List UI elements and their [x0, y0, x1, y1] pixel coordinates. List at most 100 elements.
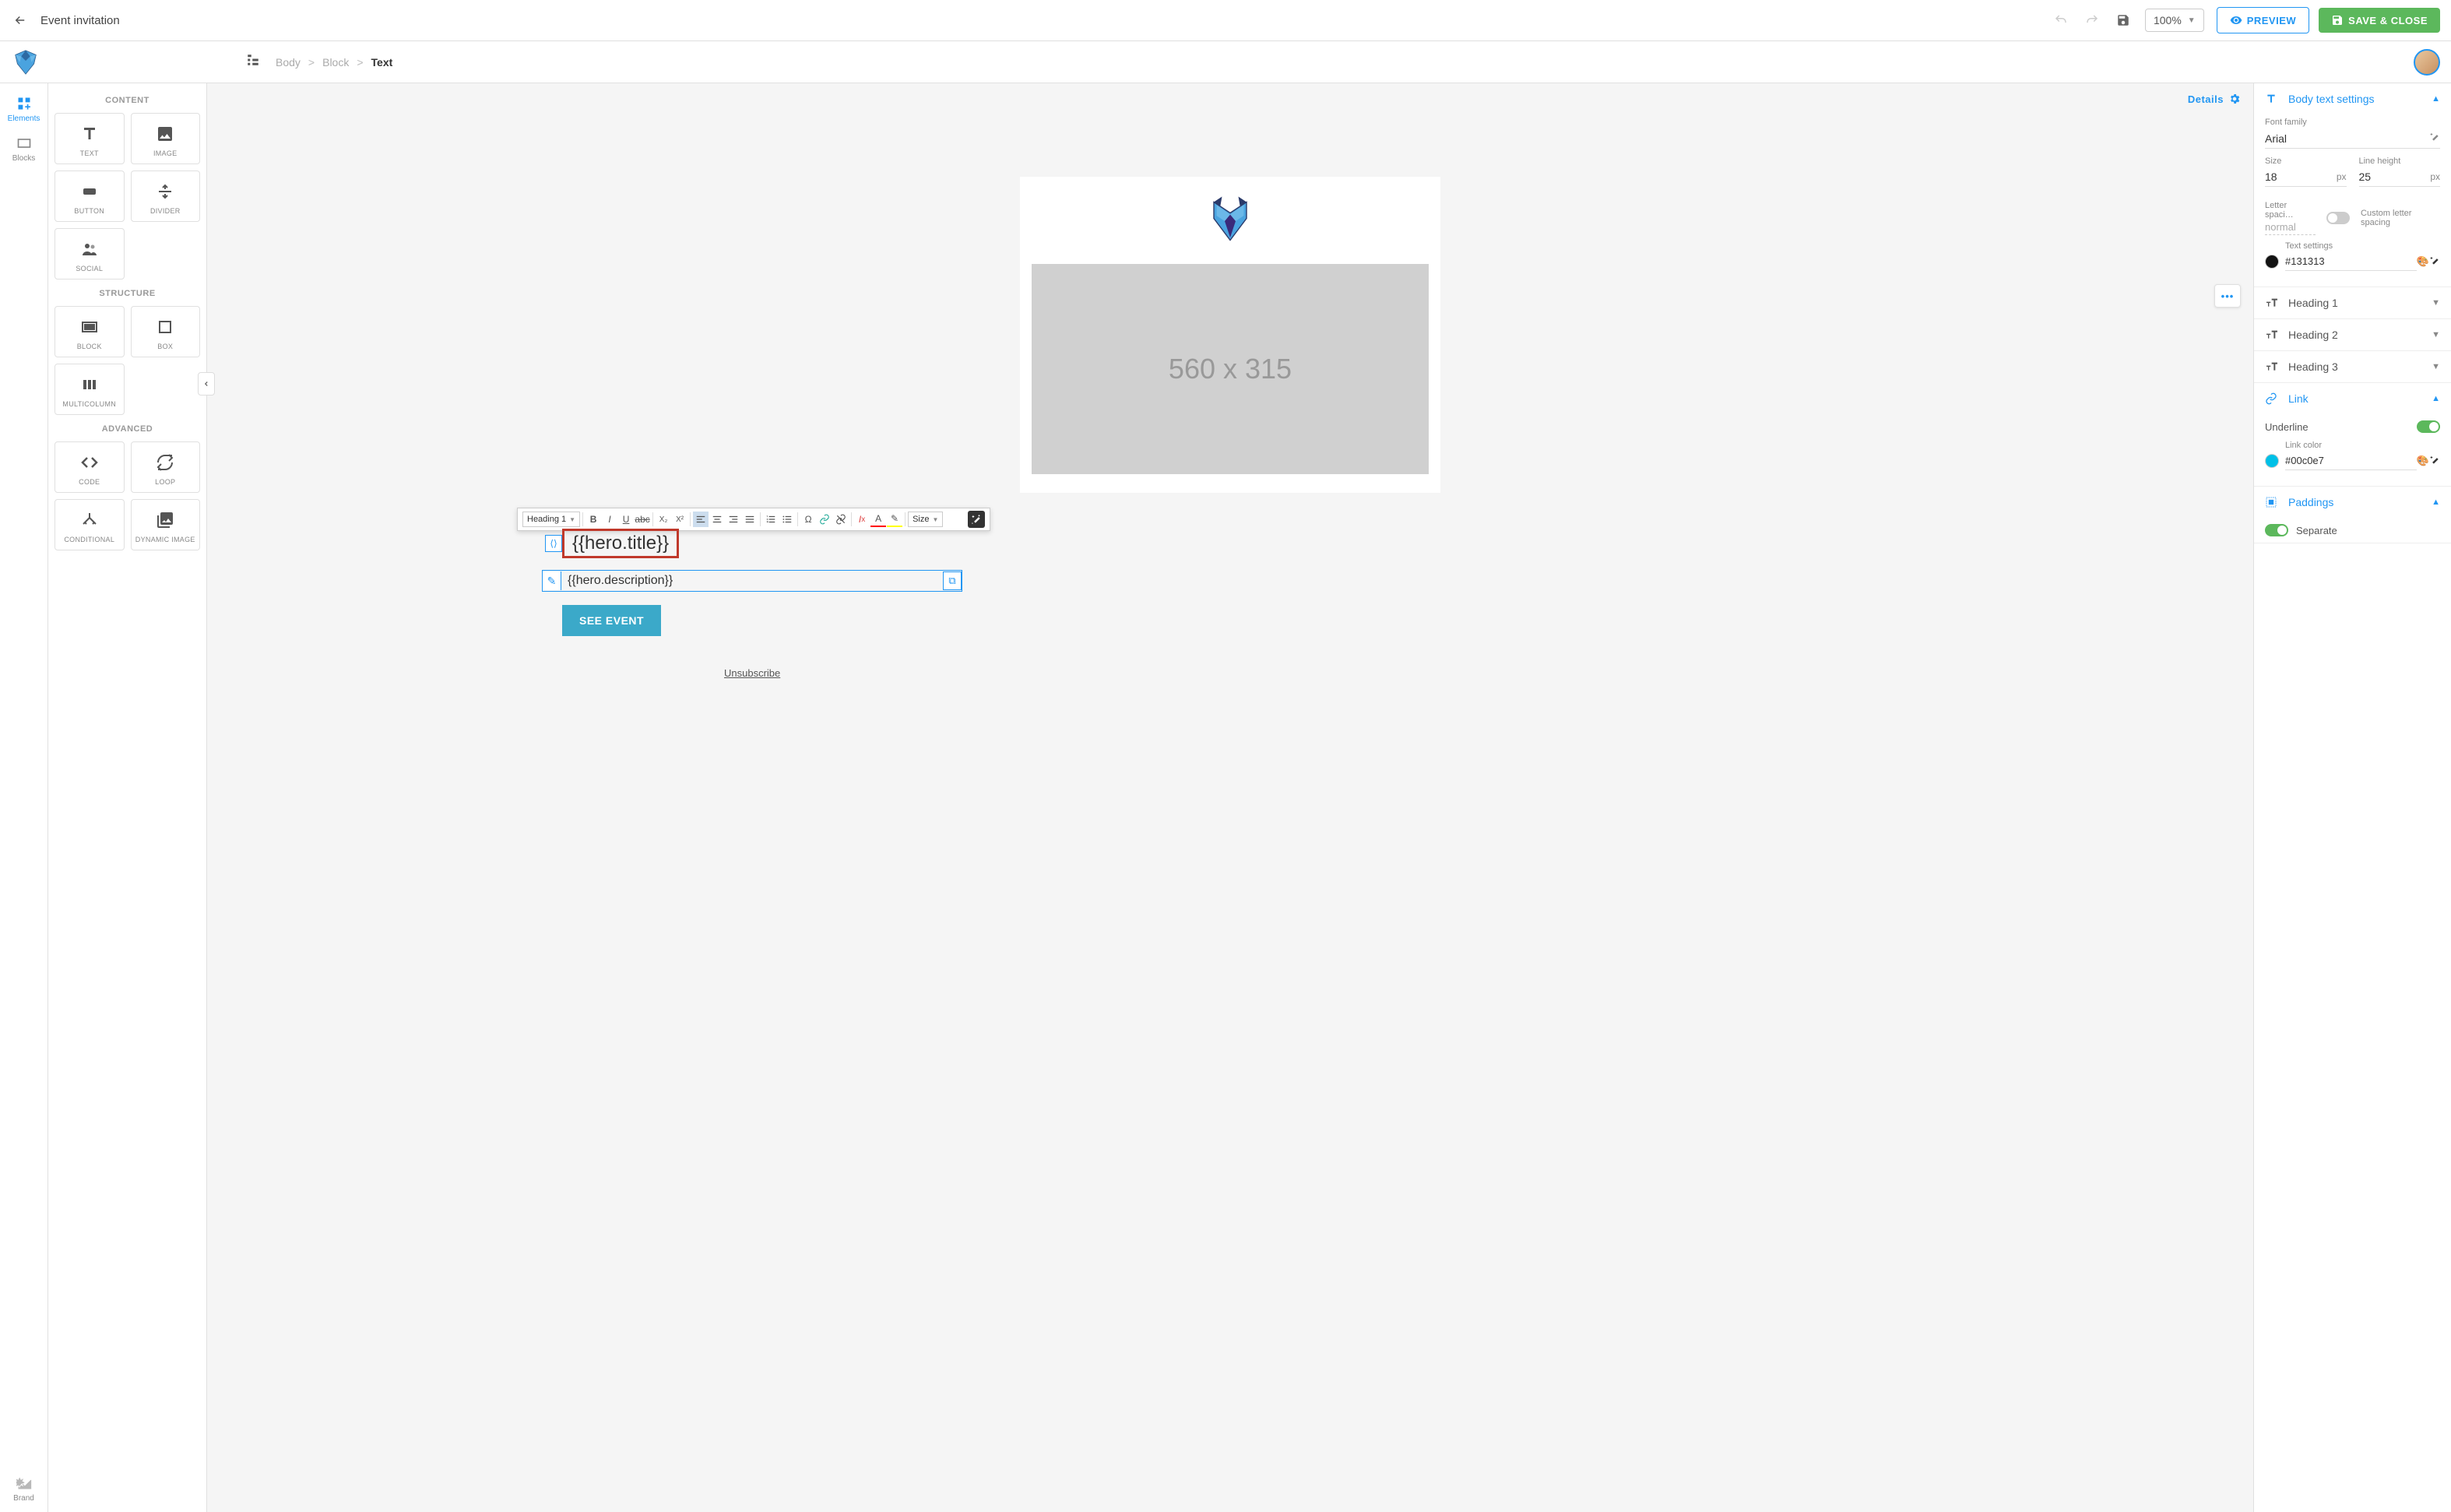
heading-select[interactable]: Heading 1▼ [522, 512, 580, 527]
font-color-button[interactable]: A [870, 512, 886, 527]
more-options-button[interactable]: ••• [2214, 284, 2241, 308]
element-settings-handle[interactable]: ⟨⟩ [545, 535, 562, 552]
element-multicolumn[interactable]: MULTICOLUMN [55, 364, 125, 415]
element-loop[interactable]: LOOP [131, 441, 201, 493]
breadcrumb-item[interactable]: Body [276, 56, 301, 69]
underline-toggle[interactable] [2417, 420, 2440, 433]
text-color-field[interactable]: #131313 🎨 [2265, 252, 2440, 271]
text-size-icon [2265, 297, 2280, 309]
text-toolbar: Heading 1▼ B I U abc X₂ X² Ω [517, 508, 990, 531]
panel-collapse-button[interactable] [198, 372, 215, 396]
color-swatch[interactable] [2265, 454, 2279, 468]
hero-description-row[interactable]: ✎ {{hero.description}} ⧉ [542, 570, 962, 592]
section-header-heading2[interactable]: Heading 2 ▼ [2254, 319, 2451, 350]
align-left-button[interactable] [693, 512, 709, 527]
section-header-link[interactable]: Link ▲ [2254, 383, 2451, 414]
align-right-button[interactable] [726, 512, 741, 527]
section-title-advanced: ADVANCED [55, 424, 200, 434]
section-header-heading3[interactable]: Heading 3 ▼ [2254, 351, 2451, 382]
tab-brand[interactable]: Brand [13, 1466, 34, 1512]
element-block[interactable]: BLOCK [55, 306, 125, 357]
breadcrumb-separator: > [357, 56, 363, 69]
element-code[interactable]: CODE [55, 441, 125, 493]
chevron-up-icon: ▲ [2432, 498, 2440, 507]
hierarchy-icon[interactable] [246, 53, 265, 72]
breadcrumb: Body > Block > Text [276, 56, 392, 69]
font-family-field[interactable]: Arial [2265, 128, 2440, 149]
hero-title-text[interactable]: {{hero.title}} [562, 529, 679, 558]
element-box[interactable]: BOX [131, 306, 201, 357]
chevron-up-icon: ▲ [2432, 394, 2440, 403]
copy-handle[interactable]: ⧉ [943, 571, 962, 590]
edit-handle[interactable]: ✎ [543, 571, 561, 590]
redo-button[interactable] [2081, 9, 2103, 31]
unlink-button[interactable] [833, 512, 849, 527]
letter-spacing-field: normal [2265, 221, 2316, 235]
subscript-button[interactable]: X₂ [656, 512, 671, 527]
user-avatar[interactable] [2414, 49, 2440, 76]
link-button[interactable] [817, 512, 832, 527]
chevron-down-icon: ▼ [2432, 330, 2440, 339]
breadcrumb-separator: > [308, 56, 315, 69]
main: Elements Blocks Brand CONTENT TEXT IMAGE… [0, 83, 2451, 1512]
clear-format-button[interactable]: Ix [854, 512, 870, 527]
email-logo-icon [1199, 194, 1261, 248]
save-icon-button[interactable] [2112, 9, 2134, 31]
undo-button[interactable] [2050, 9, 2072, 31]
unsubscribe-link[interactable]: Unsubscribe [724, 667, 780, 679]
palette-icon[interactable]: 🎨 [2417, 455, 2429, 467]
element-button[interactable]: BUTTON [55, 171, 125, 222]
bold-button[interactable]: B [585, 512, 601, 527]
link-color-field[interactable]: #00c0e7 🎨 [2265, 452, 2440, 470]
hero-image-placeholder[interactable]: 560 x 315 [1032, 264, 1429, 474]
element-divider[interactable]: DIVIDER [131, 171, 201, 222]
zoom-select[interactable]: 100% ▼ [2145, 9, 2204, 32]
line-height-field[interactable]: 25 px [2359, 167, 2441, 187]
text-icon [2265, 93, 2280, 105]
magic-tool-icon[interactable] [2429, 132, 2440, 145]
hero-description-text[interactable]: {{hero.description}} [561, 571, 679, 591]
back-button[interactable] [11, 11, 30, 30]
hero-title-row: ⟨⟩ {{hero.title}} [545, 529, 679, 558]
chevron-down-icon: ▼ [2432, 362, 2440, 371]
tab-blocks[interactable]: Blocks [0, 129, 47, 169]
element-dynamic-image[interactable]: DYNAMIC IMAGE [131, 499, 201, 550]
see-event-button[interactable]: SEE EVENT [562, 605, 661, 636]
underline-button[interactable]: U [618, 512, 634, 527]
details-button[interactable]: Details [2188, 93, 2241, 105]
section-title-content: CONTENT [55, 96, 200, 105]
magic-tool-icon[interactable] [2429, 455, 2440, 468]
element-text[interactable]: TEXT [55, 113, 125, 164]
section-header-paddings[interactable]: Paddings ▲ [2254, 487, 2451, 518]
breadcrumb-item-active[interactable]: Text [371, 56, 393, 69]
superscript-button[interactable]: X² [672, 512, 687, 527]
align-center-button[interactable] [709, 512, 725, 527]
color-swatch[interactable] [2265, 255, 2279, 269]
italic-button[interactable]: I [602, 512, 617, 527]
special-char-button[interactable]: Ω [800, 512, 816, 527]
highlight-button[interactable]: ✎ [887, 512, 902, 527]
preview-button[interactable]: PREVIEW [2217, 7, 2309, 33]
strikethrough-button[interactable]: abc [635, 512, 650, 527]
unordered-list-button[interactable] [779, 512, 795, 527]
text-size-icon [2265, 360, 2280, 373]
size-select[interactable]: Size▼ [908, 512, 943, 527]
section-title-structure: STRUCTURE [55, 289, 200, 298]
element-image[interactable]: IMAGE [131, 113, 201, 164]
ordered-list-button[interactable] [763, 512, 779, 527]
separate-padding-toggle[interactable] [2265, 524, 2288, 536]
magic-button[interactable] [968, 511, 985, 528]
font-size-field[interactable]: 18 px [2265, 167, 2347, 187]
element-social[interactable]: SOCIAL [55, 228, 125, 280]
align-justify-button[interactable] [742, 512, 758, 527]
breadcrumb-item[interactable]: Block [322, 56, 349, 69]
section-header-body-text[interactable]: Body text settings ▲ [2254, 83, 2451, 114]
magic-tool-icon[interactable] [2429, 255, 2440, 269]
element-conditional[interactable]: CONDITIONAL [55, 499, 125, 550]
custom-letterspacing-toggle[interactable] [2326, 212, 2350, 224]
section-header-heading1[interactable]: Heading 1 ▼ [2254, 287, 2451, 318]
tab-elements[interactable]: Elements [0, 90, 47, 129]
palette-icon[interactable]: 🎨 [2417, 255, 2429, 268]
save-close-button[interactable]: SAVE & CLOSE [2319, 8, 2440, 33]
left-rail: Elements Blocks Brand [0, 83, 48, 1512]
